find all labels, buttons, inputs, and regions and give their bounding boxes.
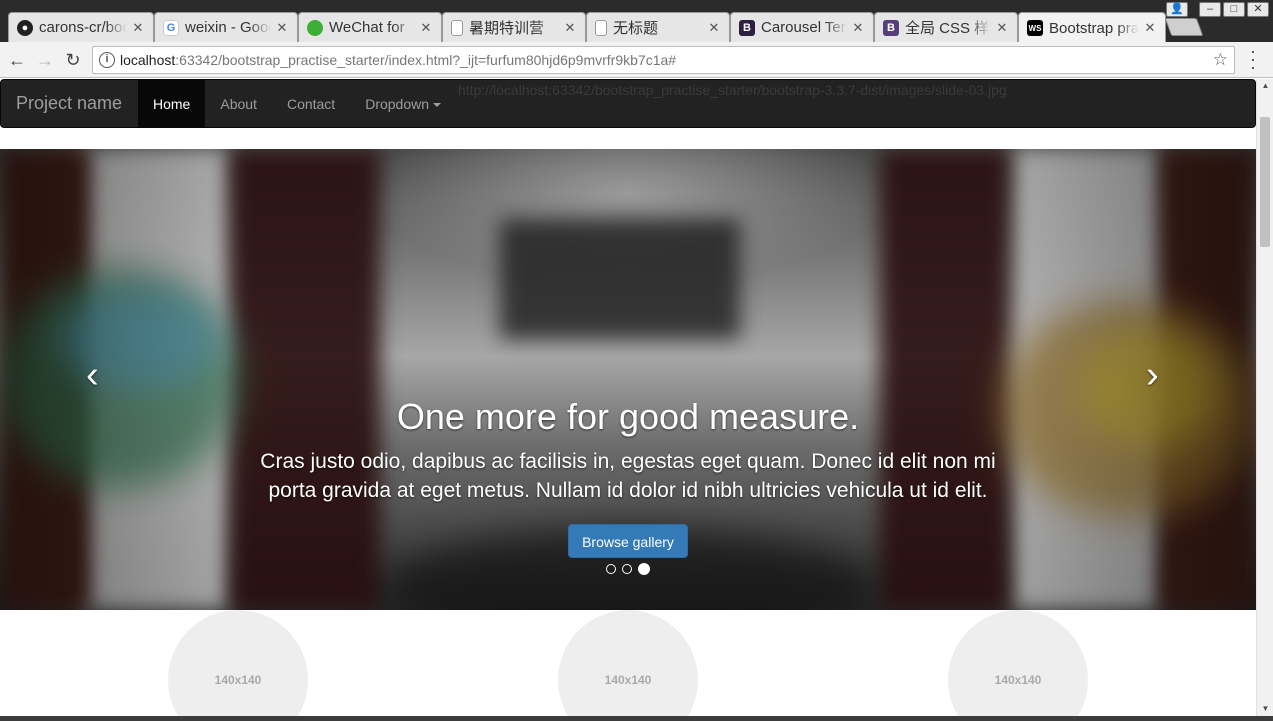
- address-bar[interactable]: i localhost:63342/bootstrap_practise_sta…: [92, 46, 1235, 74]
- close-icon[interactable]: ✕: [419, 20, 433, 36]
- tab-title: 全局 CSS 样式: [905, 20, 991, 37]
- carousel-caption: One more for good measure. Cras justo od…: [0, 395, 1256, 558]
- browser-tab[interactable]: G weixin - Google ✕: [154, 12, 298, 42]
- carousel-indicator[interactable]: [606, 564, 616, 574]
- url-text[interactable]: localhost:63342/bootstrap_practise_start…: [120, 52, 676, 68]
- carousel-indicators: [0, 563, 1256, 575]
- placeholder-image: 140x140: [948, 610, 1088, 716]
- browser-tab[interactable]: B 全局 CSS 样式 ✕: [874, 12, 1018, 42]
- tab-strip: ● carons-cr/bootstrap ✕ G weixin - Googl…: [0, 0, 1273, 43]
- scrollbar-thumb[interactable]: [1260, 117, 1270, 247]
- menu-icon[interactable]: · · ·: [1246, 42, 1260, 76]
- nav-links: Home About Contact Dropdown: [138, 80, 456, 128]
- carousel: ‹ › One more for good measure. Cras just…: [0, 149, 1256, 610]
- nav-about[interactable]: About: [205, 80, 272, 128]
- page-scrollbar[interactable]: ▲ ▼: [1256, 79, 1273, 716]
- carousel-indicator[interactable]: [622, 564, 632, 574]
- close-icon[interactable]: ✕: [275, 20, 289, 36]
- close-icon[interactable]: ✕: [851, 20, 865, 36]
- window-bottom-edge: [0, 716, 1273, 721]
- new-tab-button[interactable]: [1164, 18, 1204, 36]
- carousel-text: Cras justo odio, dapibus ac facilisis in…: [260, 450, 996, 502]
- wechat-icon: [307, 19, 323, 36]
- close-icon[interactable]: ✕: [995, 20, 1009, 36]
- google-icon: G: [163, 19, 179, 36]
- tab-title: 暑期特训营: [469, 20, 545, 37]
- browser-tab-active[interactable]: WS Bootstrap practise ✕: [1018, 12, 1166, 43]
- github-icon: ●: [17, 19, 33, 36]
- browser-tab[interactable]: 无标题 ✕: [586, 12, 730, 42]
- close-icon[interactable]: ✕: [563, 20, 577, 36]
- close-window-icon[interactable]: ✕: [1247, 2, 1269, 17]
- nav-contact[interactable]: Contact: [272, 80, 350, 128]
- tab-title: Bootstrap practise: [1049, 19, 1139, 37]
- info-icon[interactable]: i: [99, 52, 115, 68]
- tab-title: WeChat for: [329, 19, 405, 36]
- maximize-icon[interactable]: □: [1223, 2, 1245, 17]
- webstorm-icon: WS: [1027, 20, 1043, 36]
- browser-tab[interactable]: ● carons-cr/bootstrap ✕: [8, 12, 154, 42]
- document-icon: [595, 19, 607, 36]
- browser-tab[interactable]: 暑期特训营 ✕: [442, 12, 586, 42]
- close-icon[interactable]: ✕: [131, 20, 145, 36]
- tab-title: 无标题: [613, 20, 659, 37]
- page-viewport: ‹ › One more for good measure. Cras just…: [0, 79, 1256, 716]
- browser-tab[interactable]: B Carousel Template ✕: [730, 12, 874, 42]
- carousel-indicator-active[interactable]: [638, 563, 650, 575]
- bootstrap-icon: B: [739, 19, 755, 36]
- browse-gallery-button[interactable]: Browse gallery: [568, 524, 688, 558]
- navbar: Project name Home About Contact Dropdown…: [0, 79, 1256, 128]
- browser-tab[interactable]: WeChat for ✕: [298, 12, 442, 42]
- scroll-down-icon[interactable]: ▼: [1257, 702, 1273, 716]
- tab-title: weixin - Google: [185, 19, 271, 36]
- placeholder-image: 140x140: [558, 610, 698, 716]
- bookmark-star-icon[interactable]: ☆: [1213, 50, 1228, 70]
- hover-status-url: http://localhost:63342/bootstrap_practis…: [458, 82, 1007, 98]
- profile-icon[interactable]: 👤: [1166, 2, 1188, 17]
- nav-dropdown[interactable]: Dropdown: [350, 80, 456, 128]
- navbar-brand[interactable]: Project name: [16, 93, 122, 114]
- close-icon[interactable]: ✕: [1143, 20, 1157, 36]
- back-arrow-icon[interactable]: ←: [5, 48, 29, 72]
- carousel-next-icon[interactable]: ›: [1146, 354, 1159, 397]
- carousel-heading: One more for good measure.: [396, 396, 860, 437]
- scroll-up-icon[interactable]: ▲: [1257, 79, 1273, 93]
- document-icon: [451, 19, 463, 36]
- tab-title: carons-cr/bootstrap: [39, 19, 127, 36]
- placeholder-image: 140x140: [168, 610, 308, 716]
- carousel-prev-icon[interactable]: ‹: [86, 354, 99, 397]
- forward-arrow-icon[interactable]: →: [33, 48, 57, 72]
- minimize-icon[interactable]: –: [1199, 2, 1221, 17]
- browser-toolbar: ← → ↻ i localhost:63342/bootstrap_practi…: [0, 42, 1273, 78]
- nav-dropdown-label: Dropdown: [365, 96, 430, 112]
- nav-home[interactable]: Home: [138, 80, 206, 128]
- reload-icon[interactable]: ↻: [61, 48, 85, 72]
- caret-down-icon: [433, 103, 442, 108]
- bootstrap-icon: B: [883, 19, 899, 36]
- close-icon[interactable]: ✕: [707, 20, 721, 36]
- tab-title: Carousel Template: [761, 19, 847, 36]
